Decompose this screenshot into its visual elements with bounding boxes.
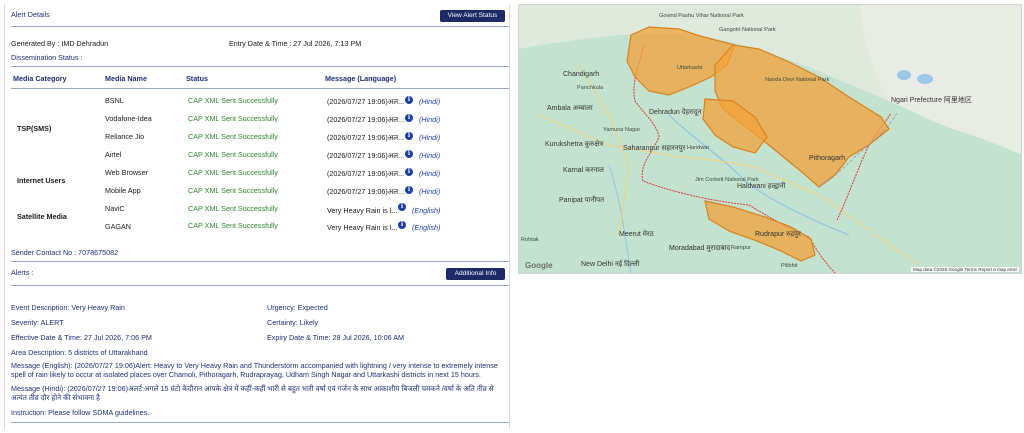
message-airtel: (2026/07/27 19:06)अल...	[327, 151, 405, 160]
map-attribution[interactable]: Map data ©2026 Google Terms Report a map…	[911, 267, 1019, 272]
language-navic: (English)	[412, 206, 441, 215]
map-label-ambala: Ambala अम्बाला	[547, 105, 593, 112]
status-jio: CAP XML Sent Successfully	[188, 132, 278, 141]
message-hindi: Message (Hindi): (2026/07/27 19:06)अलर्ट…	[11, 384, 494, 402]
alert-map[interactable]: Govind Pashu Vihar National Park Gangotr…	[518, 4, 1022, 274]
map-label-new-delhi: New Delhi नई दिल्ली	[581, 261, 640, 268]
language-airtel: (Hindi)	[419, 151, 441, 160]
media-name-web-browser: Web Browser	[105, 168, 149, 177]
map-label-saharanpur: Saharanpur सहारनपुर	[623, 145, 686, 152]
info-icon[interactable]: i	[405, 186, 413, 194]
info-icon[interactable]: i	[405, 150, 413, 158]
col-message-language: Message (Language)	[325, 74, 397, 83]
info-icon[interactable]: i	[405, 96, 413, 104]
message-jio: (2026/07/27 19:06)अल...	[327, 133, 405, 142]
map-label-karnal: Karnal करनाल	[563, 167, 604, 174]
map-label-pithoragarh: Pithoragarh	[809, 155, 846, 162]
divider	[11, 261, 509, 262]
message-web-browser: (2026/07/27 19:06)अल...	[327, 169, 405, 178]
language-vodafone: (Hindi)	[419, 115, 441, 124]
media-name-airtel: Airtel	[105, 150, 122, 159]
certainty: Certainty: Likely	[267, 318, 319, 327]
info-icon[interactable]: i	[405, 114, 413, 122]
message-vodafone: (2026/07/27 19:06)अल...	[327, 115, 405, 124]
map-label-rohtak: Rohtak	[521, 237, 539, 243]
additional-info-button[interactable]: Additional Info	[446, 268, 505, 280]
language-gagan: (English)	[412, 223, 441, 232]
dissemination-status-label: Dissemination Status :	[11, 53, 83, 62]
alert-details-title: Alert Details	[11, 10, 50, 19]
message-english: Message (English): (2026/07/27 19:06)Ale…	[11, 361, 498, 379]
alerts-title: Alerts :	[11, 268, 34, 277]
status-bsnl: CAP XML Sent Successfully	[188, 96, 278, 105]
map-label-moradabad: Moradabad मुरादाबाद	[669, 245, 731, 252]
media-name-navic: NaviC	[105, 204, 125, 213]
status-mobile-app: CAP XML Sent Successfully	[188, 186, 278, 195]
map-label-rudrapur: Rudrapur रुद्रपुर	[755, 231, 801, 238]
media-name-vodafone: Vodafone-Idea	[105, 114, 152, 123]
generated-by: Generated By : IMD Dehradun	[11, 39, 109, 48]
category-satellite-media: Satellite Media	[17, 212, 67, 221]
message-gagan: Very Heavy Rain is l...	[327, 223, 398, 232]
sender-contact: Sender Contact No : 7078675082	[11, 248, 119, 257]
map-label-panchkula: Panchkula	[577, 85, 604, 91]
map-label-chandigarh: Chandigarh	[563, 71, 600, 78]
expiry-datetime: Expiry Date & Time: 28 Jul 2026, 10:06 A…	[267, 333, 405, 342]
divider	[11, 422, 509, 423]
map-label-ngari: Ngari Prefecture 阿里地区	[891, 97, 972, 104]
map-label-haridwar: Haridwar	[687, 145, 710, 151]
message-bsnl: (2026/07/27 19:06)अल...	[327, 97, 405, 106]
media-name-gagan: GAGAN	[105, 222, 131, 231]
language-mobile-app: (Hindi)	[419, 187, 441, 196]
map-label-rampur: Rampur	[731, 245, 751, 251]
map-label-gangotri: Gangotri National Park	[719, 27, 776, 33]
divider	[11, 88, 509, 89]
map-label-dehradun: Dehradun देहरादून	[649, 109, 702, 116]
view-alert-status-button[interactable]: View Alert Status	[440, 10, 505, 22]
map-label-haldwani: Haldwani हल्द्वानी	[737, 183, 786, 190]
status-airtel: CAP XML Sent Successfully	[188, 150, 278, 159]
col-media-category: Media Category	[13, 74, 67, 83]
language-web-browser: (Hindi)	[419, 169, 441, 178]
map-label-nanda-devi: Nanda Devi National Park	[765, 77, 830, 83]
media-name-jio: Reliance Jio	[105, 132, 145, 141]
col-media-name: Media Name	[105, 74, 147, 83]
category-internet-users: Internet Users	[17, 176, 66, 185]
map-label-govind-pashu: Govind Pashu Vihar National Park	[659, 13, 744, 19]
effective-datetime: Effective Date & Time: 27 Jul 2026, 7:06…	[11, 333, 152, 342]
divider	[11, 26, 509, 27]
message-mobile-app: (2026/07/27 19:06)अल...	[327, 187, 405, 196]
status-navic: CAP XML Sent Successfully	[188, 204, 278, 213]
map-label-uttarkashi: Uttarkashi	[677, 65, 703, 71]
message-navic: Very Heavy Rain is l...	[327, 206, 398, 215]
info-icon[interactable]: i	[398, 203, 406, 211]
map-label-meerut: Meerut मेरठ	[619, 231, 654, 238]
media-name-mobile-app: Mobile App	[105, 186, 141, 195]
event-description: Event Description: Very Heavy Rain	[11, 303, 125, 312]
language-bsnl: (Hindi)	[419, 97, 441, 106]
divider	[11, 66, 509, 67]
info-icon[interactable]: i	[405, 168, 413, 176]
map-label-yamuna-nagar: Yamuna Nagar	[603, 127, 641, 133]
info-icon[interactable]: i	[405, 132, 413, 140]
divider	[11, 285, 509, 286]
instruction: Instruction: Please follow SDMA guidelin…	[11, 408, 150, 417]
info-icon[interactable]: i	[398, 221, 406, 229]
status-web-browser: CAP XML Sent Successfully	[188, 168, 278, 177]
language-jio: (Hindi)	[419, 133, 441, 142]
status-vodafone: CAP XML Sent Successfully	[188, 114, 278, 123]
urgency: Urgency: Expected	[267, 303, 328, 312]
severity: Severity: ALERT	[11, 318, 64, 327]
entry-datetime: Entry Date & Time : 27 Jul 2026, 7:13 PM	[229, 39, 362, 48]
map-label-kurukshetra: Kurukshetra कुरुक्षेत्र	[545, 141, 604, 148]
media-name-bsnl: BSNL	[105, 96, 124, 105]
map-label-pilibhit: Pilibhit	[781, 263, 798, 269]
alert-panel: Alert Details View Alert Status Generate…	[4, 4, 510, 429]
area-description: Area Description: 5 districts of Uttarak…	[11, 348, 148, 357]
status-gagan: CAP XML Sent Successfully	[188, 221, 278, 230]
category-tsp-sms: TSP(SMS)	[17, 124, 52, 133]
col-status: Status	[186, 74, 208, 83]
google-logo: Google	[525, 261, 553, 270]
map-label-panipat: Panipat पानीपत	[559, 197, 605, 204]
